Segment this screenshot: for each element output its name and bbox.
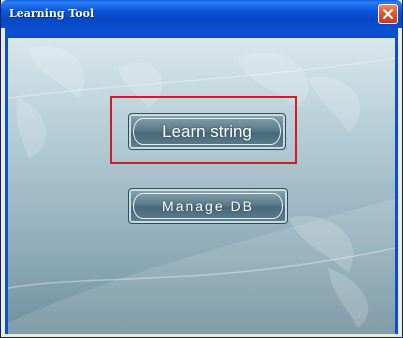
manage-db-button[interactable]: Manage DB [128, 188, 288, 224]
manage-db-label: Manage DB [162, 198, 254, 214]
close-button[interactable] [378, 4, 398, 24]
learn-string-label: Learn string [162, 121, 252, 141]
window-title: Learning Tool [9, 7, 95, 20]
background-panel [8, 38, 395, 334]
learn-string-button[interactable]: Learn string [128, 113, 286, 150]
leaf-decoration [8, 46, 395, 334]
title-bar[interactable]: Learning Tool [1, 0, 402, 28]
close-icon [382, 8, 394, 20]
